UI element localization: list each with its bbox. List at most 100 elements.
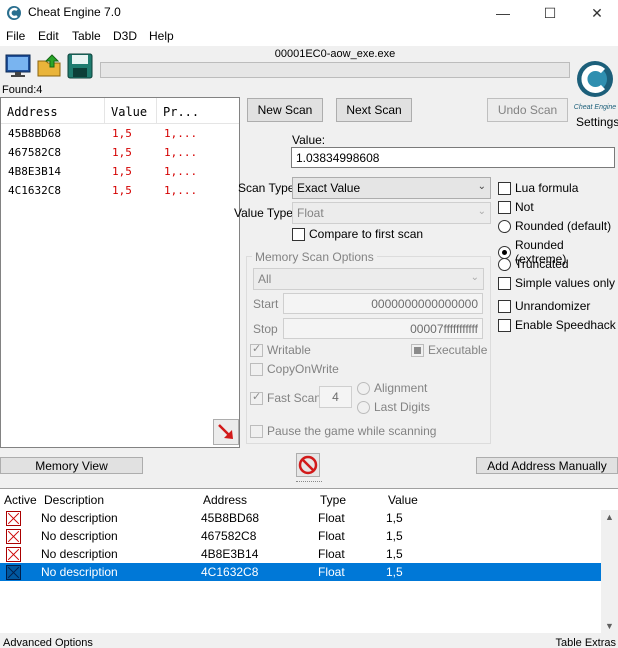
scan-type-label: Scan Type bbox=[238, 181, 295, 195]
enable-speedhack-checkbox[interactable]: Enable Speedhack bbox=[498, 318, 616, 332]
checkbox-box[interactable] bbox=[250, 390, 263, 405]
menu-d3d[interactable]: D3D bbox=[113, 29, 137, 43]
stop-icon[interactable] bbox=[296, 453, 320, 477]
add-address-manually-button[interactable]: Add Address Manually bbox=[476, 457, 618, 474]
results-col-value[interactable]: Value bbox=[105, 98, 157, 123]
checkbox-box[interactable] bbox=[498, 181, 511, 195]
table-extras-link[interactable]: Table Extras bbox=[555, 637, 616, 648]
active-checkbox-icon[interactable] bbox=[6, 547, 21, 562]
minimize-button[interactable]: — bbox=[480, 0, 526, 26]
unrandomizer-checkbox[interactable]: Unrandomizer bbox=[498, 299, 590, 313]
value-type-label: Value Type bbox=[234, 206, 293, 220]
truncated-radio[interactable]: Truncated bbox=[498, 257, 569, 271]
alignment-label: Alignment bbox=[374, 381, 428, 395]
undo-scan-button[interactable]: Undo Scan bbox=[487, 98, 568, 122]
checkbox-box[interactable] bbox=[292, 227, 305, 241]
results-col-previous[interactable]: Pr... bbox=[157, 98, 213, 123]
active-checkbox-icon[interactable] bbox=[6, 529, 21, 544]
settings-link[interactable]: Settings bbox=[576, 115, 618, 129]
value-input[interactable]: 1.03834998608 bbox=[291, 147, 615, 168]
active-checkbox-icon[interactable] bbox=[6, 511, 21, 526]
writable-checkbox[interactable]: Writable bbox=[250, 342, 311, 357]
row-address: 467582C8 bbox=[201, 529, 257, 543]
scroll-up-icon[interactable]: ▲ bbox=[605, 512, 614, 522]
col-type[interactable]: Type bbox=[320, 493, 346, 507]
results-row[interactable]: 467582C8 1,5 1,... bbox=[1, 143, 239, 162]
open-file-icon[interactable] bbox=[36, 52, 64, 80]
checkbox-box[interactable] bbox=[498, 200, 511, 214]
col-value[interactable]: Value bbox=[388, 493, 418, 507]
results-row[interactable]: 45B8BD68 1,5 1,... bbox=[1, 124, 239, 143]
row-description: No description bbox=[41, 547, 118, 561]
writable-label: Writable bbox=[267, 343, 311, 357]
rounded-default-radio[interactable]: Rounded (default) bbox=[498, 219, 611, 233]
compare-first-scan-label: Compare to first scan bbox=[309, 227, 424, 241]
checkbox-box[interactable] bbox=[498, 318, 511, 332]
result-address: 45B8BD68 bbox=[8, 127, 61, 140]
results-header: Address Value Pr... bbox=[1, 98, 239, 124]
checkbox-box[interactable] bbox=[250, 342, 263, 357]
lua-formula-checkbox[interactable]: Lua formula bbox=[498, 181, 578, 195]
results-row[interactable]: 4C1632C8 1,5 1,... bbox=[1, 181, 239, 200]
new-scan-button[interactable]: New Scan bbox=[247, 98, 323, 122]
save-icon[interactable] bbox=[66, 52, 94, 80]
maximize-button[interactable]: ☐ bbox=[527, 0, 573, 26]
menu-edit[interactable]: Edit bbox=[38, 29, 59, 43]
checkbox-box[interactable] bbox=[250, 424, 263, 438]
next-scan-button[interactable]: Next Scan bbox=[336, 98, 412, 122]
menu-file[interactable]: File bbox=[6, 29, 25, 43]
add-to-address-list-button[interactable] bbox=[213, 419, 239, 445]
menu-help[interactable]: Help bbox=[149, 29, 174, 43]
checkbox-box[interactable] bbox=[498, 299, 511, 313]
advanced-options-link[interactable]: Advanced Options bbox=[3, 637, 93, 648]
active-checkbox-icon[interactable] bbox=[6, 565, 21, 580]
radio-button[interactable] bbox=[498, 219, 511, 233]
select-process-icon[interactable] bbox=[4, 52, 32, 80]
copy-on-write-checkbox[interactable]: CopyOnWrite bbox=[250, 362, 339, 376]
splitter-grip[interactable] bbox=[296, 481, 322, 483]
address-list[interactable]: Active Description Address Type Value No… bbox=[0, 488, 618, 633]
memory-view-button[interactable]: Memory View bbox=[0, 457, 143, 474]
memory-region-select[interactable]: All ⌄ bbox=[253, 268, 484, 290]
scroll-down-icon[interactable]: ▼ bbox=[605, 621, 614, 631]
address-list-scrollbar[interactable]: ▲ ▼ bbox=[601, 510, 618, 633]
last-digits-radio[interactable]: Last Digits bbox=[357, 400, 430, 414]
start-address-input[interactable]: 0000000000000000 bbox=[283, 293, 483, 314]
radio-button[interactable] bbox=[357, 381, 370, 395]
simple-values-checkbox[interactable]: Simple values only bbox=[498, 276, 615, 290]
col-active[interactable]: Active bbox=[4, 493, 37, 507]
cheat-engine-logo[interactable]: Cheat Engine bbox=[573, 47, 617, 117]
fast-scan-alignment-input[interactable]: 4 bbox=[319, 386, 352, 408]
close-button[interactable]: ✕ bbox=[574, 0, 618, 26]
not-checkbox[interactable]: Not bbox=[498, 200, 534, 214]
col-address[interactable]: Address bbox=[203, 493, 247, 507]
table-row[interactable]: No description 467582C8 Float 1,5 bbox=[0, 527, 601, 545]
scan-type-select[interactable]: Exact Value ⌄ bbox=[292, 177, 491, 199]
menu-table[interactable]: Table bbox=[72, 29, 101, 43]
not-label: Not bbox=[515, 200, 534, 214]
compare-first-scan-checkbox[interactable]: Compare to first scan bbox=[292, 227, 423, 241]
results-row[interactable]: 4B8E3B14 1,5 1,... bbox=[1, 162, 239, 181]
checkbox-box[interactable] bbox=[250, 362, 263, 376]
checkbox-box[interactable] bbox=[498, 276, 511, 290]
radio-button[interactable] bbox=[498, 257, 511, 271]
row-type: Float bbox=[318, 529, 345, 543]
checkbox-box[interactable] bbox=[411, 343, 424, 357]
result-value: 1,5 bbox=[112, 127, 132, 140]
fast-scan-checkbox[interactable]: Fast Scan bbox=[250, 390, 321, 405]
row-address: 45B8BD68 bbox=[201, 511, 260, 525]
table-row-selected[interactable]: No description 4C1632C8 Float 1,5 bbox=[0, 563, 601, 581]
radio-button[interactable] bbox=[357, 400, 370, 414]
pause-game-checkbox[interactable]: Pause the game while scanning bbox=[250, 424, 436, 438]
truncated-label: Truncated bbox=[515, 257, 569, 271]
cheat-engine-app-icon bbox=[7, 6, 21, 20]
value-type-select[interactable]: Float ⌄ bbox=[292, 202, 491, 224]
alignment-radio[interactable]: Alignment bbox=[357, 381, 427, 395]
table-row[interactable]: No description 4B8E3B14 Float 1,5 bbox=[0, 545, 601, 563]
table-row[interactable]: No description 45B8BD68 Float 1,5 bbox=[0, 509, 601, 527]
stop-address-input[interactable]: 00007fffffffffff bbox=[283, 318, 483, 339]
col-description[interactable]: Description bbox=[44, 493, 104, 507]
scan-results-list[interactable]: Address Value Pr... 45B8BD68 1,5 1,... 4… bbox=[0, 97, 240, 448]
results-col-address[interactable]: Address bbox=[1, 98, 105, 123]
executable-checkbox[interactable]: Executable bbox=[411, 343, 487, 357]
